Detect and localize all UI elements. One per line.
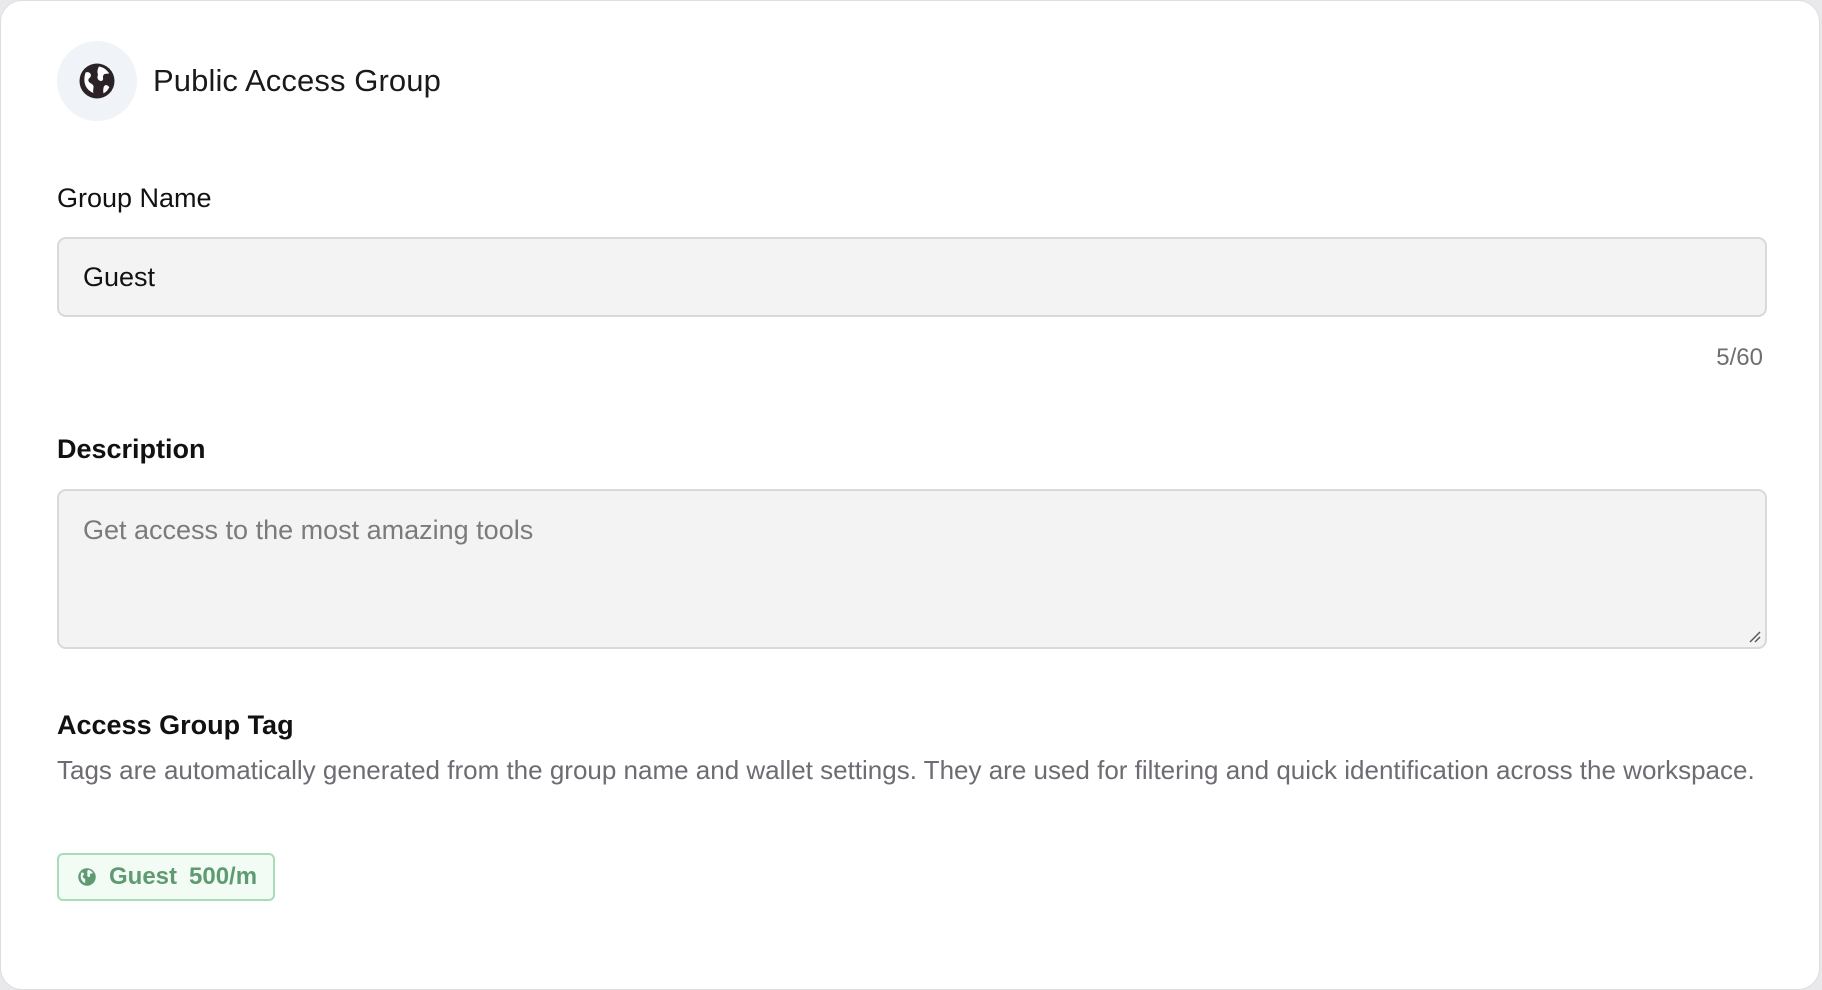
group-name-label: Group Name	[57, 183, 212, 213]
globe-icon	[79, 63, 115, 99]
description-label: Description	[57, 434, 206, 464]
tag-help-text: Tags are automatically generated from th…	[57, 755, 1755, 785]
access-group-form-card: Public Access Group Group Name 5/60 Desc…	[0, 0, 1820, 990]
character-counter: 5/60	[1716, 344, 1763, 371]
access-group-tag-badge: Guest 500/m	[57, 853, 276, 901]
resize-handle-icon[interactable]	[1747, 629, 1761, 643]
form-header: Public Access Group	[57, 41, 441, 121]
access-group-tag-label: Access Group Tag	[57, 710, 294, 740]
description-textarea[interactable]	[57, 489, 1767, 649]
group-name-input[interactable]	[57, 237, 1767, 317]
header-avatar	[57, 41, 137, 121]
globe-icon	[77, 867, 97, 887]
page-title: Public Access Group	[153, 63, 441, 98]
tag-rate: 500/m	[189, 863, 258, 890]
tag-name: Guest	[109, 863, 178, 890]
